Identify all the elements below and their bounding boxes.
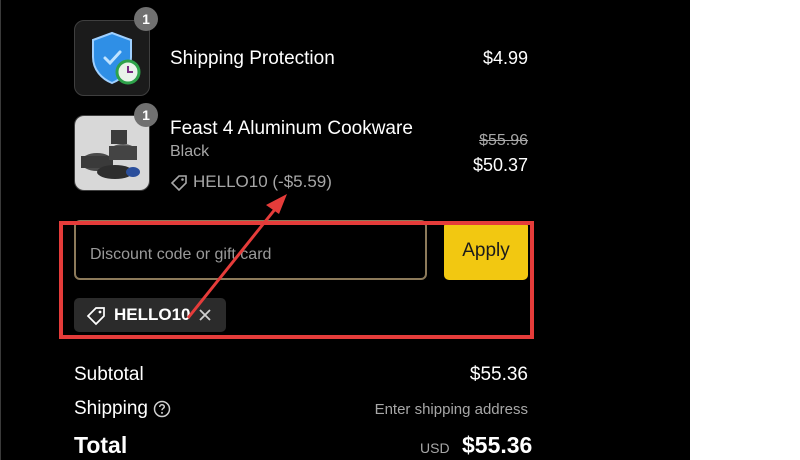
total-value: $55.36 — [462, 432, 533, 458]
total-label: Total — [74, 432, 128, 458]
help-icon[interactable] — [153, 400, 171, 418]
subtotal-label: Subtotal — [74, 364, 144, 385]
shipping-value: Enter shipping address — [374, 401, 528, 418]
shipping-label: Shipping — [74, 398, 148, 419]
subtotal-value: $55.36 — [469, 364, 528, 385]
annotation-arrow — [186, 194, 287, 319]
checkout-summary-panel: 1 Shipping Protection $4.99 1 Feast 4 Al… — [0, 0, 690, 460]
currency-code: USD — [420, 440, 450, 456]
